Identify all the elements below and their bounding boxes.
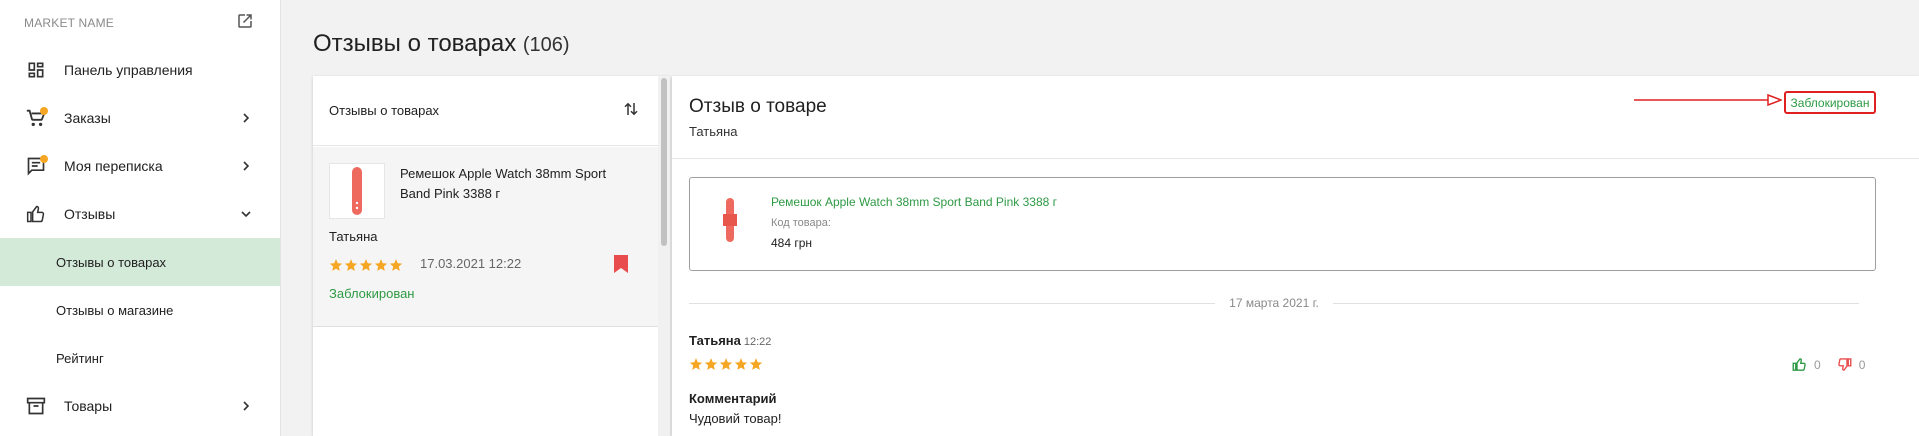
sidebar-item-label: Заказы [64, 110, 111, 126]
star-icon [344, 259, 358, 271]
like-count: 0 [1814, 357, 1821, 372]
message-time: 12:22 [743, 336, 772, 348]
message-rating-stars [689, 357, 763, 371]
product-thumbnail [329, 163, 385, 219]
chevron-down-icon [238, 206, 254, 222]
sidebar-item-messages[interactable]: Моя переписка [0, 142, 280, 190]
product-image [710, 190, 750, 250]
star-icon [749, 358, 763, 370]
scrollbar-thumb[interactable] [661, 78, 667, 246]
date-separator-text: 17 марта 2021 г. [1229, 296, 1319, 310]
chevron-right-icon [238, 110, 254, 126]
dashboard-icon [24, 58, 48, 82]
sidebar-item-orders[interactable]: Заказы [0, 94, 280, 142]
product-name: Ремешок Apple Watch 38mm Sport Band Pink… [400, 166, 607, 201]
sidebar-subitem-rating[interactable]: Рейтинг [0, 334, 280, 382]
review-date: 17.03.2021 12:22 [420, 256, 522, 271]
sidebar-item-label: Панель управления [64, 62, 193, 78]
product-code-label: Код товара: [771, 217, 831, 229]
review-detail-panel: Отзыв о товаре Татьяна Заблокирован Реме… [672, 76, 1919, 436]
sidebar-item-label: Товары [64, 398, 113, 414]
chevron-right-icon [238, 158, 254, 174]
chat-icon [24, 154, 48, 178]
comment-text: Чудовий товар! [689, 411, 782, 426]
sidebar-item-reviews[interactable]: Отзывы [0, 190, 280, 238]
sidebar-item-label: Отзывы [64, 206, 116, 222]
date-separator: 17 марта 2021 г. [689, 294, 1860, 312]
vote-counters: 0 0 [1782, 357, 1865, 372]
divider [689, 302, 1216, 304]
notification-dot [40, 107, 48, 115]
box-icon [24, 394, 48, 418]
status-label: Заблокирован [329, 286, 415, 301]
like-button[interactable]: 0 [1792, 357, 1821, 372]
sidebar-subitem-product-reviews[interactable]: Отзывы о товарах [0, 238, 280, 286]
detail-title: Отзыв о товаре [689, 96, 827, 117]
review-author: Татьяна [329, 229, 378, 244]
notification-dot [40, 155, 48, 163]
dislike-count: 0 [1858, 357, 1866, 372]
external-link-icon[interactable] [236, 12, 254, 35]
reviews-count: (106) [522, 34, 570, 56]
chevron-right-icon [238, 398, 254, 414]
page-title: Отзывы о товарах (106) [313, 30, 570, 58]
star-icon [389, 259, 403, 271]
thumb-down-icon [1837, 358, 1852, 371]
star-icon [374, 259, 388, 271]
reviews-list-panel: Отзывы о товарах Ремешок Apple Watch 38m… [313, 76, 670, 436]
sidebar-subitem-store-reviews[interactable]: Отзывы о магазине [0, 286, 280, 334]
detail-author: Татьяна [689, 124, 738, 139]
market-name: MARKET NAME [24, 16, 114, 30]
page-title-text: Отзывы о товарах [313, 30, 517, 57]
annotation-arrow [1634, 94, 1782, 106]
list-header: Отзывы о товарах [313, 76, 670, 146]
product-card: Ремешок Apple Watch 38mm Sport Band Pink… [689, 177, 1876, 271]
message-author-name: Татьяна [689, 333, 741, 348]
detail-header: Отзыв о товаре Татьяна Заблокирован [672, 76, 1919, 159]
sidebar-header: MARKET NAME [0, 0, 280, 46]
star-icon [719, 358, 733, 370]
review-card[interactable]: Ремешок Apple Watch 38mm Sport Band Pink… [313, 147, 658, 327]
star-icon [704, 358, 718, 370]
star-icon [689, 358, 703, 370]
star-icon [734, 358, 748, 370]
divider [1332, 302, 1860, 304]
sidebar-item-label: Моя переписка [64, 158, 163, 174]
list-scrollbar[interactable] [658, 76, 670, 436]
comment-label: Комментарий [689, 391, 777, 406]
thumb-up-icon [1792, 358, 1806, 371]
star-icon [329, 259, 343, 271]
status-badge[interactable]: Заблокирован [1784, 91, 1876, 114]
cart-icon [24, 106, 48, 130]
sidebar-item-dashboard[interactable]: Панель управления [0, 46, 280, 94]
message-author: Татьяна 12:22 [689, 333, 771, 348]
dislike-button[interactable]: 0 [1837, 357, 1866, 372]
sidebar: MARKET NAME Панель управления Заказы Моя… [0, 0, 281, 436]
star-icon [359, 259, 373, 271]
bookmark-icon[interactable] [614, 255, 628, 278]
thumb-up-icon [24, 202, 48, 226]
list-header-title: Отзывы о товарах [329, 103, 440, 118]
product-link[interactable]: Ремешок Apple Watch 38mm Sport Band Pink… [771, 195, 1057, 209]
sort-icon[interactable] [622, 100, 640, 121]
product-price: 484 грн [771, 236, 813, 250]
sidebar-item-products[interactable]: Товары [0, 382, 280, 430]
rating-stars [329, 258, 403, 272]
